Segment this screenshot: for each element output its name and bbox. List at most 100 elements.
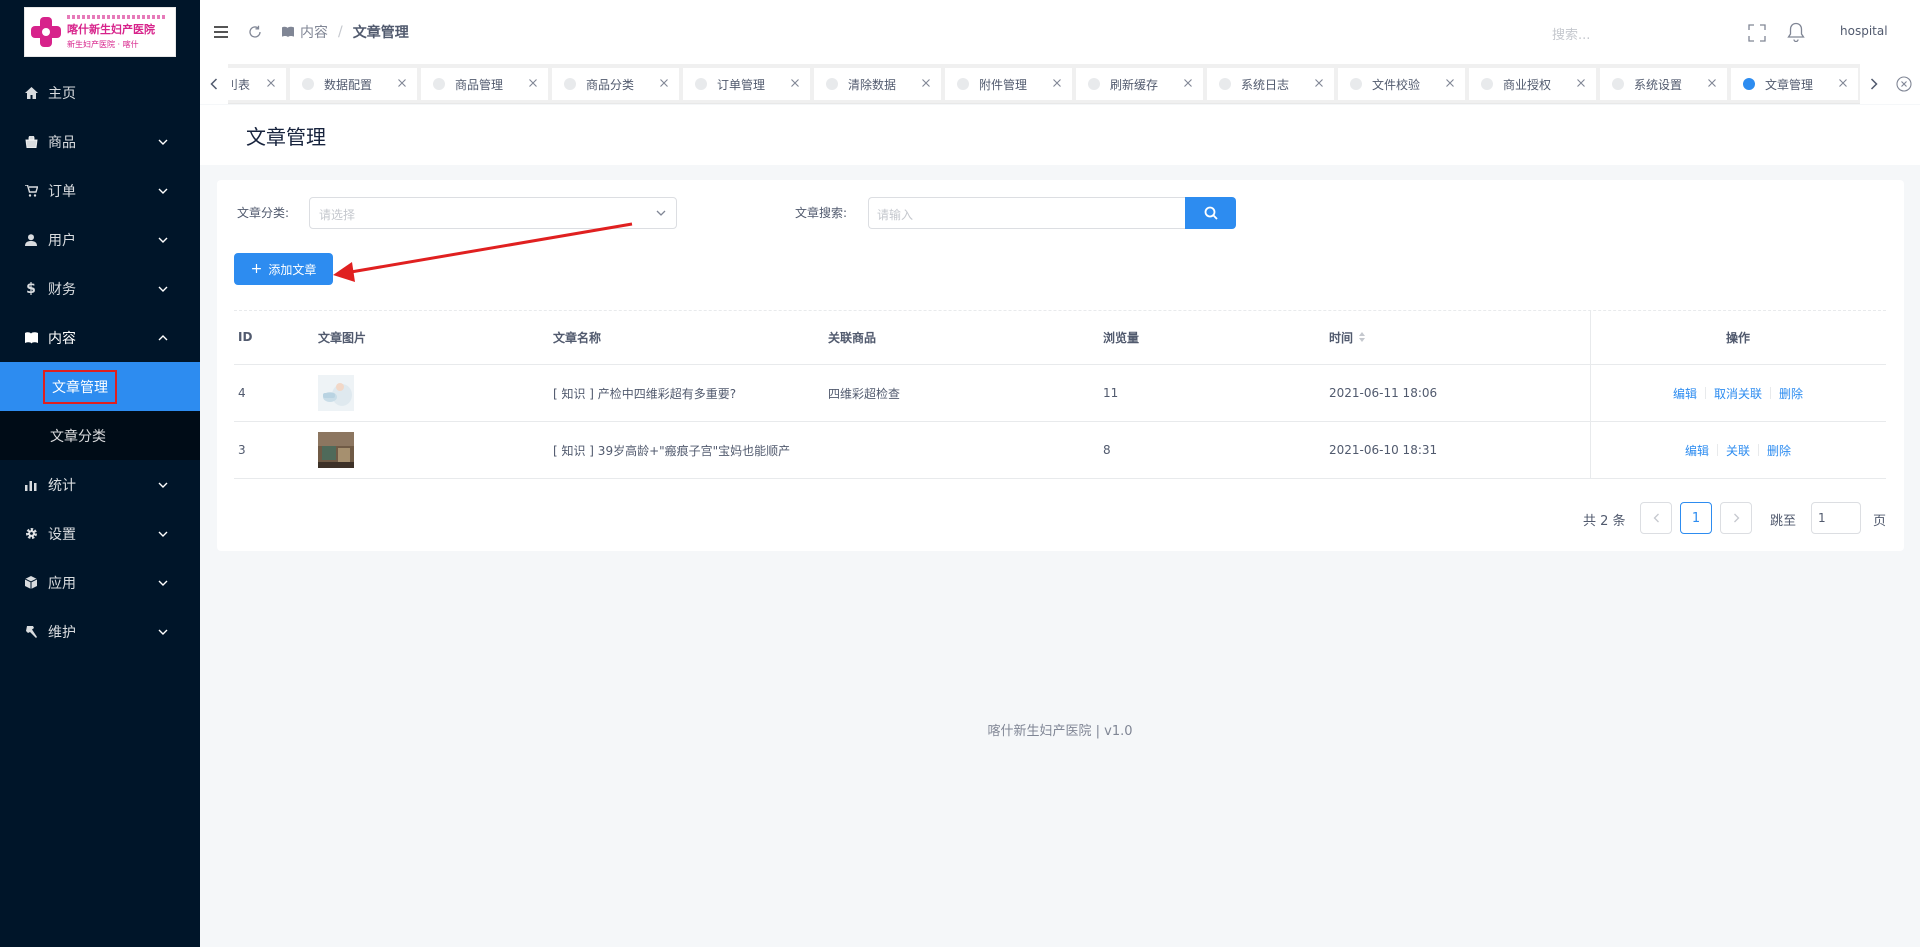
bar-chart-icon <box>24 478 38 492</box>
breadcrumb-item-content[interactable]: 内容 <box>300 22 328 42</box>
link-product-link[interactable]: 关联 <box>1726 442 1750 459</box>
table-row: 3 [ 知识 ] 39岁高龄+"瘢痕子宫"宝妈也能顺产 8 2021-06-10… <box>234 422 1886 479</box>
content-submenu: 文章管理 文章分类 <box>0 362 200 460</box>
tab-label: 文件校验 <box>1372 77 1421 92</box>
delete-link[interactable]: 删除 <box>1767 442 1791 459</box>
jump-to-page-input[interactable]: 1 <box>1811 502 1861 534</box>
header-search-input[interactable]: 搜索... <box>1552 24 1590 43</box>
close-icon[interactable] <box>1183 78 1193 88</box>
hammer-icon <box>24 625 38 639</box>
tabs-scroll-right-button[interactable] <box>1860 64 1888 104</box>
sidebar-item-content[interactable]: 内容 <box>0 313 200 362</box>
jump-to-label: 跳至 <box>1770 514 1797 529</box>
sidebar-item-orders[interactable]: 订单 <box>0 166 200 215</box>
article-thumbnail-image[interactable] <box>318 432 354 468</box>
cell-id: 4 <box>238 386 246 400</box>
close-all-tabs-button[interactable] <box>1888 64 1920 104</box>
sidebar-item-settings[interactable]: 设置 <box>0 509 200 558</box>
cell-image[interactable] <box>318 422 354 478</box>
tabs-scroll-left-button[interactable] <box>200 64 228 104</box>
tab-status-dot-icon <box>433 78 445 90</box>
tab-label: 商品管理 <box>455 77 504 92</box>
sidebar-subitem-article-category[interactable]: 文章分类 <box>0 411 200 460</box>
col-header-time[interactable]: 时间 <box>1329 310 1366 364</box>
sidebar-item-maintenance[interactable]: 维护 <box>0 607 200 656</box>
prev-page-button[interactable] <box>1640 502 1672 534</box>
bell-icon[interactable] <box>1787 22 1805 42</box>
tab-item[interactable]: 商业授权 <box>1469 68 1596 100</box>
close-icon[interactable] <box>1314 78 1324 88</box>
tab-item[interactable]: 文件校验 <box>1338 68 1465 100</box>
sidebar-item-statistics[interactable]: 统计 <box>0 460 200 509</box>
close-icon[interactable] <box>1052 78 1062 88</box>
sidebar-item-users[interactable]: 用户 <box>0 215 200 264</box>
close-icon[interactable] <box>659 78 669 88</box>
next-page-button[interactable] <box>1720 502 1752 534</box>
cell-views: 11 <box>1103 386 1119 400</box>
article-thumbnail-image[interactable] <box>318 375 354 411</box>
tab-status-dot-icon <box>1219 78 1231 90</box>
cube-icon <box>24 576 38 590</box>
page-title: 文章管理 <box>246 124 326 149</box>
menu-toggle-icon[interactable] <box>214 26 228 38</box>
tab-item[interactable]: 刂表 <box>228 68 286 100</box>
tabs-list: 刂表 数据配置 商品管理 商品分类 订单管理 清除数据 附件管理 刷新缓存 系统日志 文件校验 商业… <box>228 64 1860 100</box>
close-icon[interactable] <box>397 78 407 88</box>
logo-area: 喀什新生妇产医院 新生妇产医院 · 喀什 <box>0 0 200 64</box>
tab-item[interactable]: 刷新缓存 <box>1076 68 1203 100</box>
tab-label: 附件管理 <box>979 77 1028 92</box>
edit-link[interactable]: 编辑 <box>1673 385 1697 402</box>
tab-item[interactable]: 订单管理 <box>683 68 810 100</box>
close-icon[interactable] <box>528 78 538 88</box>
close-icon[interactable] <box>1707 78 1717 88</box>
tab-item[interactable]: 附件管理 <box>945 68 1072 100</box>
tab-item[interactable]: 系统日志 <box>1207 68 1334 100</box>
close-icon[interactable] <box>266 78 276 88</box>
col-header-id: ID <box>238 330 253 344</box>
cell-image[interactable] <box>318 365 354 421</box>
tab-item[interactable]: 文章管理 <box>1731 68 1858 100</box>
article-search-label: 文章搜索: <box>795 206 848 220</box>
hospital-logo[interactable]: 喀什新生妇产医院 新生妇产医院 · 喀什 <box>24 7 176 57</box>
unlink-product-link[interactable]: 取消关联 <box>1714 385 1762 402</box>
close-icon[interactable] <box>1576 78 1586 88</box>
sidebar-item-apps[interactable]: 应用 <box>0 558 200 607</box>
refresh-icon[interactable] <box>248 25 262 39</box>
article-search-placeholder: 请输入 <box>877 208 914 222</box>
sort-icon[interactable] <box>1359 332 1366 342</box>
sidebar-subitem-label: 文章分类 <box>50 428 106 445</box>
sidebar-item-home[interactable]: 主页 <box>0 68 200 117</box>
delete-link[interactable]: 删除 <box>1779 385 1803 402</box>
cell-title: [ 知识 ] 产检中四维彩超有多重要? <box>553 386 737 401</box>
sidebar-subitem-article-management[interactable]: 文章管理 <box>0 362 200 411</box>
category-select[interactable]: 请选择 <box>309 197 677 229</box>
sidebar-item-finance[interactable]: $ 财务 <box>0 264 200 313</box>
category-filter-label: 文章分类: <box>237 206 290 220</box>
logo-script-decoration <box>67 14 167 19</box>
user-menu[interactable]: hospital <box>1840 24 1888 38</box>
col-header-time-label: 时间 <box>1329 330 1354 345</box>
tab-item[interactable]: 数据配置 <box>290 68 417 100</box>
sidebar-item-goods[interactable]: 商品 <box>0 117 200 166</box>
breadcrumb-separator: / <box>338 24 343 40</box>
edit-link[interactable]: 编辑 <box>1685 442 1709 459</box>
search-button[interactable] <box>1185 197 1236 229</box>
fullscreen-icon[interactable] <box>1748 24 1766 42</box>
tab-item[interactable]: 商品管理 <box>421 68 548 100</box>
article-search-input[interactable]: 请输入 <box>868 197 1186 229</box>
add-article-button[interactable]: + 添加文章 <box>234 253 333 285</box>
article-list-card: 文章分类: 请选择 文章搜索: 请输入 + 添加文章 ID 文章图片 文章名称 … <box>217 180 1904 551</box>
close-icon[interactable] <box>1445 78 1455 88</box>
search-icon <box>1204 206 1218 220</box>
page-1-button[interactable]: 1 <box>1680 502 1712 534</box>
tab-label: 刷新缓存 <box>1110 77 1159 92</box>
tab-item[interactable]: 清除数据 <box>814 68 941 100</box>
sidebar-item-label: 订单 <box>48 183 76 200</box>
tab-item[interactable]: 商品分类 <box>552 68 679 100</box>
tab-status-dot-icon <box>1743 78 1755 90</box>
close-icon[interactable] <box>1838 78 1848 88</box>
chevron-left-icon <box>1653 513 1659 523</box>
close-icon[interactable] <box>790 78 800 88</box>
tab-item[interactable]: 系统设置 <box>1600 68 1727 100</box>
close-icon[interactable] <box>921 78 931 88</box>
